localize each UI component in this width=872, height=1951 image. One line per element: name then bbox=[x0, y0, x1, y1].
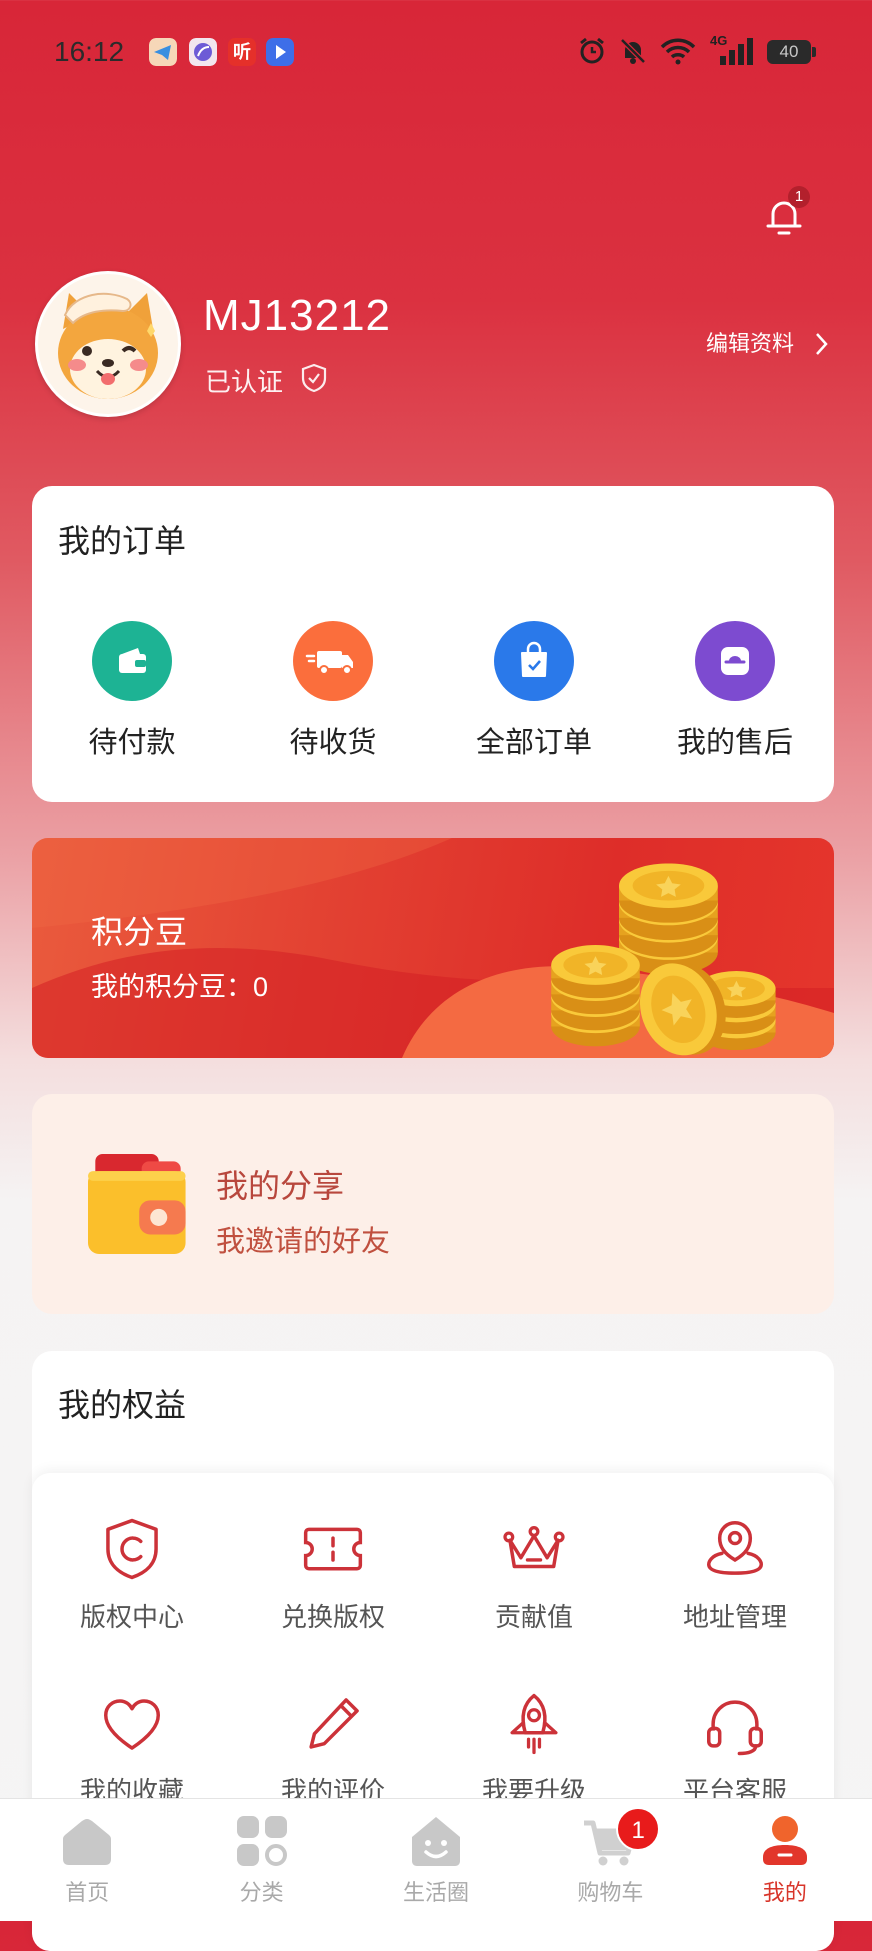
coins-illustration bbox=[551, 863, 776, 1056]
points-balance: 我的积分豆：0 bbox=[91, 972, 269, 1002]
battery-level: 40 bbox=[779, 42, 799, 61]
rights-item-favorites[interactable] bbox=[97, 1689, 167, 1759]
after-sale-icon bbox=[695, 621, 775, 701]
rights-label-contribution: 贡献值 bbox=[494, 1602, 573, 1632]
rights-item-redeem-copyright[interactable] bbox=[298, 1514, 368, 1584]
order-item-all-orders[interactable] bbox=[492, 619, 576, 703]
bottom-tab-bar: 首页 分类 生活圈 1 购物车 我的 bbox=[0, 1798, 872, 1921]
username: MJ13212 bbox=[203, 291, 392, 340]
verified-label: 已认证 bbox=[205, 367, 284, 397]
muted-bell-icon bbox=[620, 38, 646, 64]
wallet-icon bbox=[92, 621, 172, 701]
rights-item-copyright-center[interactable] bbox=[97, 1514, 167, 1584]
battery-tip bbox=[812, 47, 816, 57]
tab-category[interactable]: 分类 bbox=[174, 1799, 348, 1921]
tab-label-cart: 购物车 bbox=[577, 1880, 644, 1905]
signal-icon bbox=[720, 38, 753, 65]
address-icon bbox=[706, 1521, 764, 1575]
order-label-after-sale: 我的售后 bbox=[676, 727, 793, 759]
tab-label-home: 首页 bbox=[65, 1880, 110, 1905]
crown-icon bbox=[503, 1526, 565, 1569]
order-label-all-orders: 全部订单 bbox=[475, 727, 592, 759]
rights-item-customer-service[interactable] bbox=[700, 1689, 770, 1759]
telegram-app-icon bbox=[149, 38, 177, 66]
ting-app-icon: 听 bbox=[228, 38, 256, 66]
house-icon bbox=[63, 1819, 112, 1865]
pencil-icon bbox=[309, 1698, 359, 1749]
truck-icon bbox=[293, 621, 373, 701]
tab-label-category: 分类 bbox=[239, 1880, 284, 1905]
rocket-icon bbox=[510, 1693, 558, 1755]
points-title: 积分豆 bbox=[91, 914, 188, 950]
rights-label-copyright-center: 版权中心 bbox=[79, 1602, 184, 1632]
order-item-pending-payment[interactable] bbox=[90, 619, 174, 703]
share-wallet-icon bbox=[88, 1154, 186, 1254]
order-label-pending-receipt: 待收货 bbox=[289, 727, 377, 759]
coin bbox=[551, 945, 640, 999]
orders-title: 我的订单 bbox=[58, 523, 187, 559]
tab-label-mine: 我的 bbox=[762, 1880, 807, 1905]
blue-arrow-app-icon bbox=[266, 38, 294, 66]
grid-icon bbox=[236, 1816, 287, 1866]
ticket-icon bbox=[303, 1527, 363, 1571]
rights-label-redeem-copyright: 兑换版权 bbox=[280, 1602, 385, 1632]
order-label-pending-payment: 待付款 bbox=[88, 727, 176, 759]
heart-icon bbox=[104, 1699, 160, 1750]
copyright-shield-icon bbox=[106, 1518, 158, 1580]
points-banner[interactable]: 积分豆 我的积分豆：0 bbox=[32, 838, 834, 1058]
share-subtitle: 我邀请的好友 bbox=[216, 1226, 391, 1258]
tab-mine[interactable]: 我的 bbox=[698, 1799, 872, 1921]
tab-home[interactable]: 首页 bbox=[0, 1799, 174, 1921]
avatar[interactable] bbox=[35, 271, 181, 417]
rights-item-address[interactable] bbox=[700, 1514, 770, 1584]
edit-profile-label: 编辑资料 bbox=[705, 331, 794, 356]
rights-title: 我的权益 bbox=[58, 1387, 187, 1423]
edit-profile-link[interactable]: 编辑资料 bbox=[664, 330, 794, 358]
tab-label-community: 生活圈 bbox=[403, 1880, 470, 1905]
notification-badge: 1 bbox=[788, 186, 810, 208]
headset-icon bbox=[707, 1700, 763, 1756]
share-card[interactable]: 我的分享 我邀请的好友 bbox=[32, 1094, 834, 1314]
purple-app-icon bbox=[189, 38, 217, 66]
orders-card: 我的订单 待付款 待收货 全部订单 我的售后 bbox=[32, 486, 834, 802]
status-time: 16:12 bbox=[54, 36, 125, 67]
battery-icon: 40 bbox=[767, 40, 811, 64]
verified-shield-icon bbox=[301, 363, 327, 393]
shiba-avatar-image bbox=[38, 274, 178, 414]
tab-cart[interactable]: 1 购物车 bbox=[523, 1799, 697, 1921]
chevron-right-icon[interactable] bbox=[812, 331, 830, 357]
alarm-icon bbox=[580, 37, 604, 64]
rights-label-address: 地址管理 bbox=[682, 1602, 787, 1632]
user-icon bbox=[762, 1816, 807, 1865]
rights-item-reviews[interactable] bbox=[298, 1689, 368, 1759]
tab-community[interactable]: 生活圈 bbox=[349, 1799, 523, 1921]
share-title: 我的分享 bbox=[216, 1168, 345, 1204]
rights-item-contribution[interactable] bbox=[499, 1514, 569, 1584]
shopping-bag-icon bbox=[494, 621, 574, 701]
wifi-icon bbox=[660, 38, 696, 65]
order-item-pending-receipt[interactable] bbox=[291, 619, 375, 703]
order-item-after-sale[interactable] bbox=[693, 619, 777, 703]
coin bbox=[618, 863, 718, 923]
rights-item-upgrade[interactable] bbox=[499, 1689, 569, 1759]
community-icon bbox=[412, 1817, 461, 1866]
cart-badge: 1 bbox=[616, 1807, 661, 1851]
